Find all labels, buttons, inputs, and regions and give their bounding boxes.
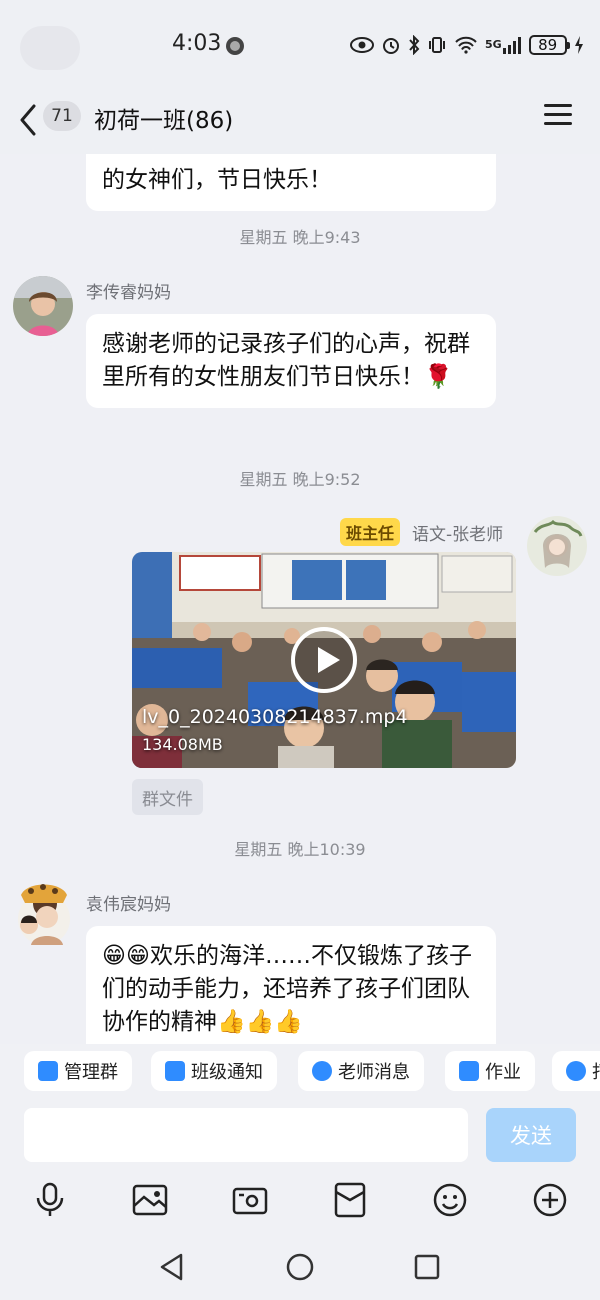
sender-name: 袁伟宸妈妈 xyxy=(86,895,171,915)
bluetooth-icon xyxy=(408,35,420,55)
status-bar: 4:03 5G 89 xyxy=(0,0,600,90)
alarm-icon xyxy=(381,35,401,55)
chevron-left-icon xyxy=(20,104,36,136)
emoji-icon[interactable] xyxy=(430,1180,470,1220)
avatar[interactable] xyxy=(13,879,75,945)
message-text: 感谢老师的记录孩子们的心声，祝群里所有的女性朋友们节日快乐！🌹 xyxy=(102,331,470,390)
back-button[interactable] xyxy=(14,100,42,140)
quick-action-teacher-message[interactable]: 老师消息 xyxy=(298,1051,424,1091)
quick-action-class-notice[interactable]: 班级通知 xyxy=(151,1051,277,1091)
manage-group-icon xyxy=(38,1061,58,1081)
menu-button[interactable] xyxy=(544,104,572,128)
microphone-icon[interactable] xyxy=(30,1180,70,1220)
image-icon[interactable] xyxy=(130,1180,170,1220)
quick-action-checkin[interactable]: 打 xyxy=(552,1051,600,1091)
status-time: 4:03 xyxy=(172,31,222,56)
checkin-icon xyxy=(566,1061,586,1081)
back-triangle-icon[interactable] xyxy=(157,1252,187,1282)
message-bubble[interactable]: 😁😁欢乐的海洋……不仅锻炼了孩子们的动手能力，还培养了孩子们团队协作的精神👍👍👍 xyxy=(86,926,496,1044)
avatar[interactable] xyxy=(13,276,73,336)
charging-icon xyxy=(574,35,584,55)
status-bar-app-icon xyxy=(20,26,80,70)
compose-area: 发送 xyxy=(0,1098,600,1170)
signal-icon: 5G xyxy=(485,35,522,55)
eye-icon xyxy=(350,35,374,55)
message-bubble[interactable]: 感谢老师的记录孩子们的心声，祝群里所有的女性朋友们节日快乐！🌹 xyxy=(86,314,496,408)
app-notification-icon xyxy=(226,37,244,55)
message-bubble[interactable]: 的女神们，节日快乐！ xyxy=(86,154,496,211)
camera-icon[interactable] xyxy=(230,1180,270,1220)
chat-title: 初荷一班(86) xyxy=(94,108,234,134)
homework-icon xyxy=(459,1061,479,1081)
video-file-name: lv_0_20240308214837.mp4 xyxy=(142,706,408,728)
group-file-tag[interactable]: 群文件 xyxy=(132,779,203,815)
quick-action-manage-group[interactable]: 管理群 xyxy=(24,1051,132,1091)
system-navigation-bar xyxy=(0,1232,600,1300)
plus-icon[interactable] xyxy=(530,1180,570,1220)
role-badge: 班主任 xyxy=(340,518,401,546)
message-text: 的女神们，节日快乐！ xyxy=(102,167,332,193)
input-toolbar xyxy=(0,1170,600,1232)
sender-name: 李传睿妈妈 xyxy=(86,283,171,303)
home-circle-icon[interactable] xyxy=(285,1252,315,1282)
video-message[interactable]: lv_0_20240308214837.mp4 134.08MB xyxy=(132,552,516,768)
notice-icon xyxy=(165,1061,185,1081)
unread-count-badge[interactable]: 71 xyxy=(43,101,81,131)
sender-name: 语文-张老师 xyxy=(412,525,504,545)
red-packet-icon[interactable] xyxy=(330,1180,370,1220)
quick-action-homework[interactable]: 作业 xyxy=(445,1051,535,1091)
chat-header xyxy=(0,90,600,154)
recents-square-icon[interactable] xyxy=(412,1252,442,1282)
message-timestamp: 星期五 晚上9:43 xyxy=(239,228,361,247)
video-file-size: 134.08MB xyxy=(142,735,223,754)
send-button[interactable]: 发送 xyxy=(486,1108,576,1162)
message-list[interactable]: 的女神们，节日快乐！ 星期五 晚上9:43 李传睿妈妈 感谢老师的记录孩子们的心… xyxy=(0,154,600,1044)
teacher-icon xyxy=(312,1061,332,1081)
message-timestamp: 星期五 晚上10:39 xyxy=(234,840,366,859)
vibrate-icon xyxy=(427,35,447,55)
quick-actions-bar: 管理群 班级通知 老师消息 作业 打 xyxy=(0,1044,600,1098)
play-button[interactable] xyxy=(291,627,357,693)
battery-icon: 89 xyxy=(528,35,570,55)
menu-icon xyxy=(544,104,572,107)
message-text: 😁😁欢乐的海洋……不仅锻炼了孩子们的动手能力，还培养了孩子们团队协作的精神👍👍👍 xyxy=(102,943,472,1035)
avatar[interactable] xyxy=(527,516,587,576)
message-timestamp: 星期五 晚上9:52 xyxy=(239,470,361,489)
wifi-icon xyxy=(454,35,478,55)
message-input[interactable] xyxy=(24,1108,468,1162)
status-icons: 5G 89 xyxy=(350,34,584,56)
